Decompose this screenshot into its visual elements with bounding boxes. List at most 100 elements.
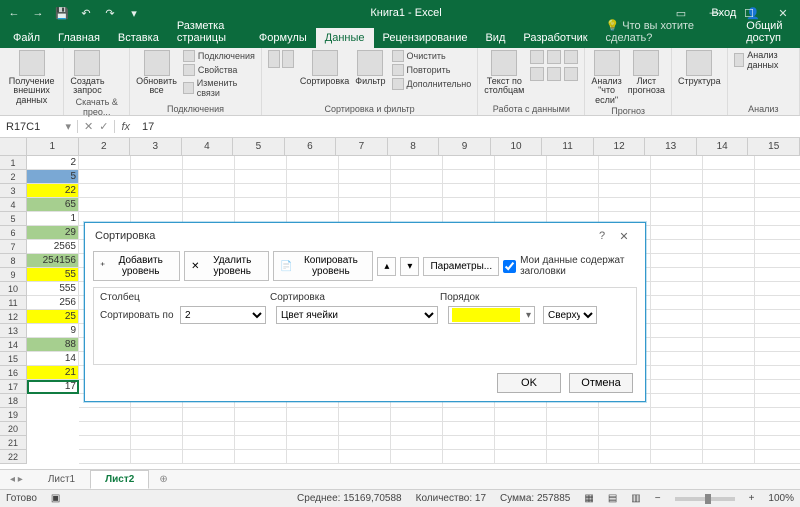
cell[interactable] [755, 240, 800, 254]
cell[interactable] [391, 198, 443, 212]
cell[interactable]: 2565 [27, 240, 79, 254]
cell[interactable] [755, 310, 800, 324]
relationships-icon[interactable] [547, 67, 561, 81]
column-header[interactable]: 7 [336, 138, 388, 155]
cell[interactable] [651, 226, 703, 240]
sort-desc-icon[interactable] [282, 50, 294, 68]
row-header[interactable]: 21 [0, 436, 26, 450]
row-header[interactable]: 20 [0, 422, 26, 436]
cell[interactable] [235, 422, 287, 436]
cancel-button[interactable]: Отмена [569, 373, 633, 393]
cell[interactable] [703, 156, 755, 170]
cell[interactable] [755, 184, 800, 198]
text-to-columns-button[interactable]: Текст по столбцам [484, 50, 524, 96]
cell[interactable] [339, 198, 391, 212]
cell[interactable] [495, 170, 547, 184]
tab-developer[interactable]: Разработчик [514, 28, 596, 48]
dialog-help-icon[interactable]: ? [591, 230, 613, 242]
cell[interactable] [651, 268, 703, 282]
cell[interactable]: 1 [27, 212, 79, 226]
cell[interactable] [443, 198, 495, 212]
advanced-button[interactable]: Дополнительно [392, 78, 472, 90]
cell[interactable] [651, 170, 703, 184]
cell[interactable]: 2 [27, 156, 79, 170]
properties-button[interactable]: Свойства [183, 64, 255, 76]
cell[interactable] [547, 450, 599, 464]
cell[interactable] [183, 184, 235, 198]
order-color-select[interactable]: ▾ [448, 306, 535, 324]
row-header[interactable]: 10 [0, 282, 26, 296]
cell[interactable] [79, 408, 131, 422]
add-sheet-button[interactable]: ⊕ [149, 474, 177, 485]
cell[interactable] [339, 450, 391, 464]
cell[interactable] [651, 282, 703, 296]
forecast-button[interactable]: Лист прогноза [628, 50, 665, 96]
cell[interactable] [547, 198, 599, 212]
cell[interactable] [755, 366, 800, 380]
row-header[interactable]: 6 [0, 226, 26, 240]
reapply-button[interactable]: Повторить [392, 64, 472, 76]
cell[interactable] [183, 198, 235, 212]
qat-arrow-left-icon[interactable]: ← [6, 5, 22, 21]
cell[interactable]: 55 [27, 268, 79, 282]
outline-button[interactable]: Структура [678, 50, 721, 86]
row-header[interactable]: 5 [0, 212, 26, 226]
cell[interactable] [703, 450, 755, 464]
cell[interactable] [703, 408, 755, 422]
row-header[interactable]: 14 [0, 338, 26, 352]
row-header[interactable]: 8 [0, 254, 26, 268]
row-header[interactable]: 9 [0, 268, 26, 282]
cell[interactable] [235, 450, 287, 464]
cell[interactable] [755, 436, 800, 450]
cell[interactable] [755, 422, 800, 436]
sheet-nav[interactable]: ◂ ▸ [0, 474, 33, 485]
cell[interactable] [131, 170, 183, 184]
sort-column-select[interactable]: 2 [180, 306, 266, 324]
column-header[interactable]: 9 [439, 138, 491, 155]
flash-fill-icon[interactable] [530, 50, 544, 64]
delete-level-button[interactable]: ✕Удалить уровень [184, 251, 269, 281]
cell[interactable] [339, 422, 391, 436]
cell[interactable] [131, 156, 183, 170]
cell[interactable] [391, 156, 443, 170]
zoom-slider[interactable] [675, 497, 735, 501]
cell[interactable] [391, 436, 443, 450]
record-macro-icon[interactable]: ▣ [51, 493, 60, 504]
column-header[interactable]: 13 [645, 138, 697, 155]
cell[interactable] [235, 436, 287, 450]
cell[interactable] [703, 394, 755, 408]
row-header[interactable]: 1 [0, 156, 26, 170]
cell[interactable] [287, 156, 339, 170]
cell[interactable] [703, 170, 755, 184]
tab-review[interactable]: Рецензирование [374, 28, 477, 48]
tab-data[interactable]: Данные [316, 28, 374, 48]
undo-icon[interactable]: ↶ [78, 5, 94, 21]
filter-button[interactable]: Фильтр [355, 50, 385, 86]
cell[interactable] [79, 436, 131, 450]
order-side-select[interactable]: Сверху [543, 306, 597, 324]
cell[interactable] [79, 170, 131, 184]
row-header[interactable]: 7 [0, 240, 26, 254]
cell[interactable] [131, 408, 183, 422]
cell[interactable] [703, 198, 755, 212]
cell[interactable]: 88 [27, 338, 79, 352]
row-header[interactable]: 4 [0, 198, 26, 212]
cell[interactable] [79, 156, 131, 170]
cell[interactable] [287, 450, 339, 464]
cell[interactable] [339, 184, 391, 198]
cell[interactable] [183, 170, 235, 184]
cell[interactable] [443, 184, 495, 198]
cell[interactable] [755, 408, 800, 422]
column-header[interactable]: 8 [388, 138, 440, 155]
cell[interactable] [79, 198, 131, 212]
view-break-icon[interactable]: ▥ [631, 493, 640, 504]
column-header[interactable]: 5 [233, 138, 285, 155]
cell[interactable] [651, 296, 703, 310]
copy-level-button[interactable]: 📄Копировать уровень [273, 251, 373, 281]
cell[interactable] [183, 436, 235, 450]
cell[interactable] [651, 408, 703, 422]
cell[interactable] [495, 198, 547, 212]
cell[interactable] [443, 408, 495, 422]
row-header[interactable]: 12 [0, 310, 26, 324]
connections-button[interactable]: Подключения [183, 50, 255, 62]
